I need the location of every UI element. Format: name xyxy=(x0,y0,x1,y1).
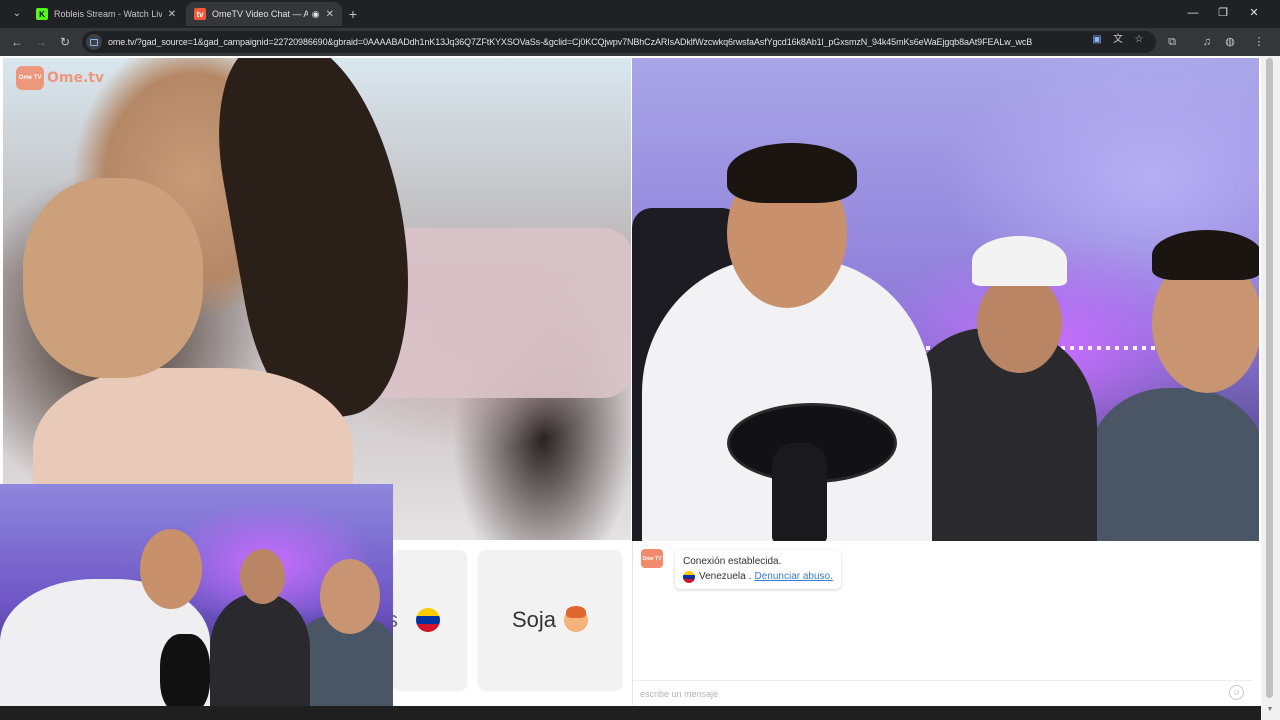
ometv-wordmark: Ome.tv xyxy=(47,70,105,86)
ometv-chat-avatar-icon: Ome TV xyxy=(641,549,663,568)
report-abuse-link[interactable]: Denunciar abuso. xyxy=(755,569,833,584)
venezuela-flag-icon xyxy=(416,608,440,632)
preview-head-2 xyxy=(240,549,285,604)
own-webcam-video xyxy=(632,58,1259,541)
translate-icon[interactable]: 文 xyxy=(1111,33,1125,47)
camera-in-use-icon[interactable]: ▣ xyxy=(1090,33,1104,47)
chat-message-input[interactable] xyxy=(640,689,1200,699)
ometv-logo: Ome TV Ome.tv xyxy=(16,66,104,90)
bookmark-star-icon[interactable]: ☆ xyxy=(1132,33,1146,47)
gender-filter-button[interactable]: Soja xyxy=(478,550,622,690)
scroll-down-arrow-icon[interactable]: ▼ xyxy=(1265,706,1275,716)
smiley-icon[interactable]: ☺ xyxy=(1229,685,1244,700)
tab-close-icon[interactable]: ✕ xyxy=(326,9,334,20)
tab-close-icon[interactable]: ✕ xyxy=(168,9,176,20)
profile-icon[interactable]: ◍ xyxy=(1221,33,1239,51)
video-scene-hand xyxy=(23,178,203,378)
bottom-edge xyxy=(0,706,1261,720)
video-scene-hair-3 xyxy=(1152,230,1259,280)
preview-head-3 xyxy=(320,559,380,634)
preview-head-1 xyxy=(140,529,202,609)
chat-panel: Ome TV Conexión establecida. Venezuela .… xyxy=(632,541,1252,705)
forward-button[interactable]: → xyxy=(32,33,50,51)
media-controls-icon[interactable]: ♫ xyxy=(1198,33,1216,51)
preview-person-2 xyxy=(210,594,310,706)
connection-status-text: Conexión establecida. xyxy=(683,556,782,567)
site-info-icon[interactable] xyxy=(86,34,102,50)
chat-input-bar: ☺ xyxy=(633,680,1252,704)
recording-indicator-icon: ◉ xyxy=(311,8,320,19)
extensions-icon[interactable]: ⧉ xyxy=(1163,33,1181,51)
tab-search-button[interactable]: ⌄ xyxy=(8,5,26,23)
scrollbar-thumb[interactable] xyxy=(1266,58,1273,698)
back-button[interactable]: ← xyxy=(8,33,26,51)
restore-button[interactable]: ❐ xyxy=(1208,4,1238,22)
venezuela-flag-icon xyxy=(683,570,695,583)
tab-ometv[interactable]: tv OmeTV Video Chat — Alte ◉ ✕ xyxy=(186,2,342,26)
ometv-page: Ome TV Ome.tv s Soja Ome TV Conexión est… xyxy=(0,56,1280,720)
video-scene-person-3 xyxy=(1087,388,1259,541)
stranger-video: Ome TV Ome.tv xyxy=(3,58,631,540)
gender-filter-label: Soja xyxy=(511,607,557,632)
page-scrollbar[interactable]: ▼ xyxy=(1261,56,1280,720)
video-scene-head-2 xyxy=(977,273,1062,373)
browser-toolbar: ← → ↻ ome.tv/?gad_source=1&gad_campaigni… xyxy=(0,28,1280,56)
person-face-icon xyxy=(564,606,589,632)
partner-country: Venezuela xyxy=(699,571,746,582)
browser-tabstrip: ⌄ K Robleis Stream - Watch Live on ✕ tv … xyxy=(0,0,1280,28)
tab-robleis-stream[interactable]: K Robleis Stream - Watch Live on ✕ xyxy=(28,2,184,26)
ometv-favicon-icon: tv xyxy=(194,8,206,20)
menu-kebab-icon[interactable]: ⋮ xyxy=(1250,33,1268,51)
tab-title: Robleis Stream - Watch Live on xyxy=(54,9,162,19)
video-scene-cap xyxy=(972,236,1067,286)
close-window-button[interactable]: ✕ xyxy=(1239,4,1269,22)
tab-title: OmeTV Video Chat — Alte xyxy=(212,9,308,19)
reload-button[interactable]: ↻ xyxy=(56,33,74,51)
preview-microphone xyxy=(160,634,210,706)
video-scene-microphone xyxy=(772,443,827,541)
self-camera-preview xyxy=(0,484,393,706)
separator-dot: . xyxy=(748,571,752,582)
video-scene-hair-1 xyxy=(727,143,857,203)
kick-favicon-icon: K xyxy=(36,8,48,20)
start-button[interactable]: s xyxy=(387,550,467,690)
address-bar[interactable]: ome.tv/?gad_source=1&gad_campaignid=2272… xyxy=(82,31,1156,53)
url-text[interactable]: ome.tv/?gad_source=1&gad_campaignid=2272… xyxy=(108,37,1156,47)
minimize-button[interactable]: — xyxy=(1178,4,1208,22)
ometv-tv-icon: Ome TV xyxy=(16,66,44,90)
new-tab-button[interactable]: + xyxy=(346,5,360,23)
system-message: Conexión establecida. Venezuela . Denunc… xyxy=(675,550,841,589)
